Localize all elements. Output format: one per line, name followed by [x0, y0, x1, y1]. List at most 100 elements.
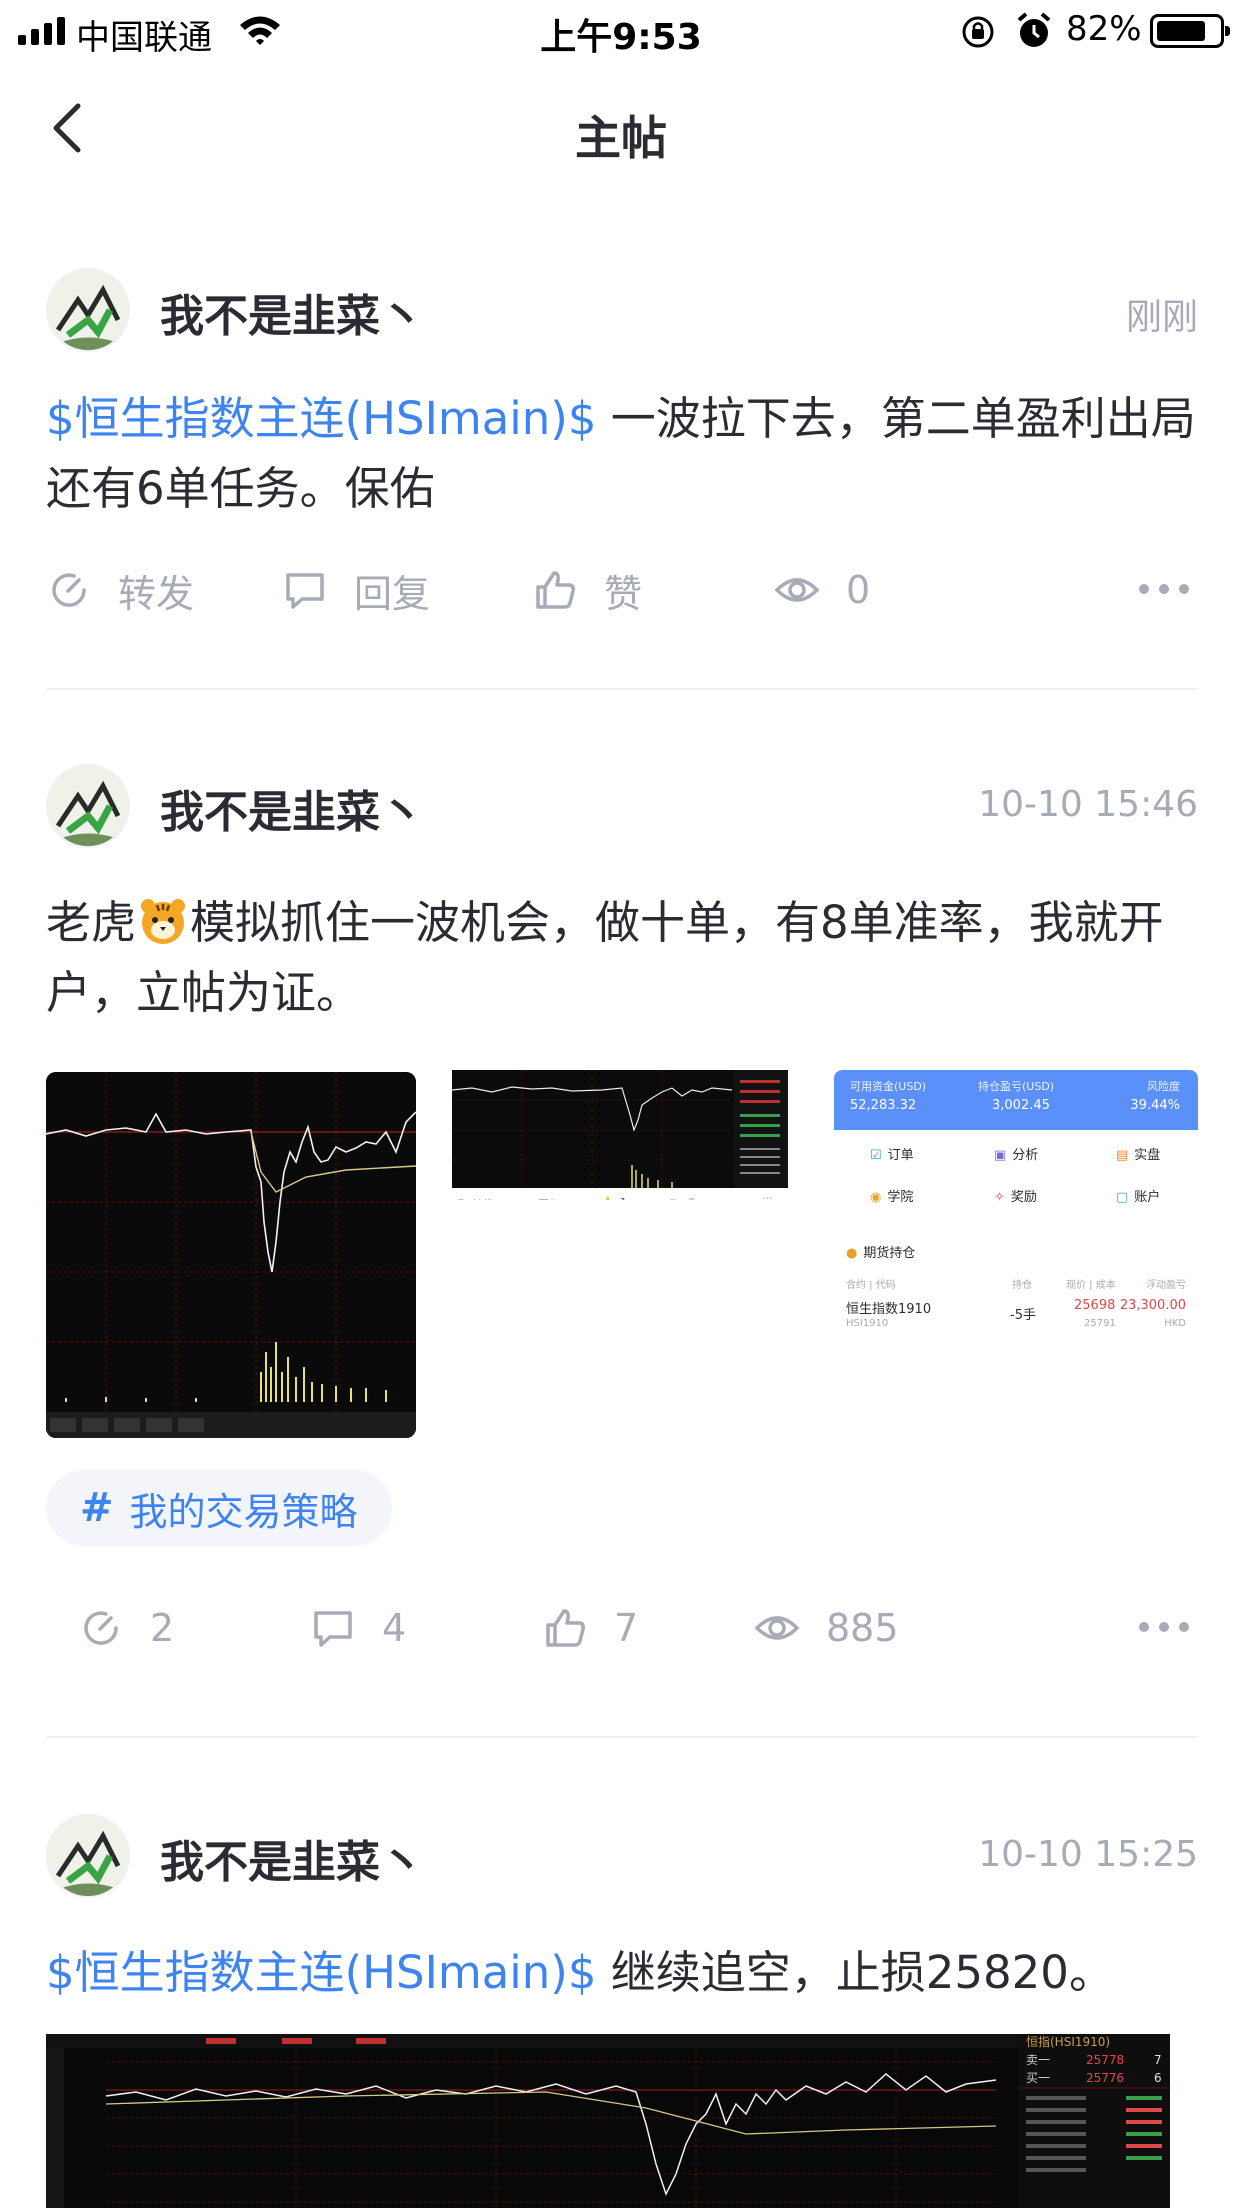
more-icon[interactable] — [1138, 1612, 1190, 1642]
positions-header: 合约 | 代码 — [846, 1280, 896, 1291]
post-card[interactable]: 我不是韭菜丶 10-10 15:46 老虎 模拟抓住一波机会，做十单，有8单准率，… — [46, 764, 1198, 1664]
post-image-account[interactable]: 可用资金(USD) 52,283.32 持仓盈亏(USD) 3,002.45 风… — [834, 1070, 1198, 1366]
avatar[interactable] — [46, 764, 130, 848]
topic-tag[interactable]: # 我的交易策略 — [46, 1470, 392, 1546]
comment-icon — [286, 573, 324, 609]
post-body: 老虎 模拟抓住一波机会，做十单，有8单准率，我就开 户，立帖为证。 — [46, 888, 1198, 1028]
repost-button[interactable]: 转发 — [46, 560, 194, 620]
post-text-segment: 户，立帖为证。 — [46, 966, 362, 1019]
post-text-segment: 老虎 — [46, 896, 137, 949]
position-quantity: -5手 — [1010, 1308, 1036, 1323]
alarm-icon — [1017, 12, 1051, 47]
menu-item[interactable]: ▢ 账户 — [1116, 1186, 1160, 1205]
reply-label: 回复 — [354, 571, 431, 616]
reply-count: 4 — [382, 1606, 407, 1650]
like-button[interactable]: 赞 — [532, 560, 642, 620]
post-body: $恒生指数主连(HSImain)$ 继续追空，止损25820。 — [46, 1938, 1198, 2008]
post-text-segment: 还有6单任务。保佑 — [46, 462, 435, 515]
views-counter: 0 — [774, 560, 870, 620]
battery-icon — [1150, 14, 1230, 48]
position-pnl: 23,300.00 — [1119, 1298, 1186, 1313]
available-funds-label: 可用资金(USD) — [850, 1080, 927, 1093]
thumbs-up-icon — [536, 571, 575, 609]
position-name: 恒生指数1910 — [846, 1302, 932, 1317]
post-text-segment: 继续追空，止损25820。 — [596, 1946, 1114, 1999]
comment-icon — [314, 1611, 352, 1647]
risk-value: 39.44% — [1130, 1098, 1180, 1113]
post-image-screenshot[interactable]: ◔ 转发 ▭ 回复 👍 1 ◉ 0 ··· — [452, 1070, 788, 1200]
action-bar: 2 4 7 885 — [46, 1598, 1198, 1658]
like-label: 赞 — [604, 571, 643, 616]
avatar[interactable] — [46, 1814, 130, 1898]
navigation-bar: 主帖 — [0, 62, 1242, 192]
quote-row-label: 卖一 — [1026, 2053, 1050, 2067]
clock: 上午9:53 — [540, 17, 702, 58]
post-card[interactable]: 我不是韭菜丶 刚刚 $恒生指数主连(HSImain)$ 一波拉下去，第二单盈利出… — [46, 268, 1198, 648]
quote-row-price: 25776 — [1086, 2071, 1124, 2085]
position-price: 25698 — [1074, 1298, 1116, 1313]
avatar[interactable] — [46, 268, 130, 352]
repost-count: 2 — [150, 1606, 175, 1650]
positions-section: ● 期货持仓 合约 | 代码 持仓 现价 | 成本 浮动盈亏 恒生指数1910 H… — [834, 1238, 1198, 1358]
repost-button[interactable]: 2 — [78, 1598, 174, 1658]
pnl-label: 持仓盈亏(USD) — [978, 1080, 1055, 1093]
views-count: 885 — [826, 1606, 899, 1650]
menu-item[interactable]: ◉ 学院 — [870, 1186, 913, 1205]
tiger-emoji-icon — [138, 896, 188, 946]
divider — [46, 1736, 1198, 1738]
pnl-value: 3,002.45 — [992, 1098, 1050, 1113]
views-counter: 885 — [754, 1598, 899, 1658]
screenshot-views-count: 0 — [688, 1196, 695, 1200]
position-currency: HKD — [1164, 1318, 1186, 1329]
quote-row-label: 买一 — [1026, 2071, 1050, 2085]
repost-label: 转发 — [118, 571, 195, 616]
lock-rotation-icon — [962, 16, 994, 48]
stock-link[interactable]: $恒生指数主连(HSImain)$ — [46, 1946, 596, 1999]
screenshot-reply-label: 回复 — [538, 1196, 560, 1200]
username[interactable]: 我不是韭菜丶 — [160, 776, 424, 840]
post-image-chart[interactable]: 恒指(HSI1910) 卖一 25778 7 买一 25776 6 — [46, 2034, 1170, 2208]
action-bar: 转发 回复 赞 0 — [46, 560, 1198, 620]
positions-header: 浮动盈亏 — [1146, 1280, 1186, 1291]
post-timestamp: 10-10 15:46 — [978, 784, 1198, 825]
positions-header: 持仓 — [1012, 1280, 1032, 1291]
stock-link[interactable]: $恒生指数主连(HSImain)$ — [46, 392, 596, 445]
post-image-chart[interactable] — [46, 1072, 416, 1438]
position-code: HSI1910 — [846, 1318, 889, 1329]
repost-icon — [52, 573, 86, 607]
menu-item[interactable]: ▤ 实盘 — [1116, 1144, 1160, 1163]
like-count: 7 — [614, 1606, 639, 1650]
battery-percentage: 82% — [1066, 9, 1142, 49]
hash-icon: # — [80, 1485, 114, 1531]
account-header: 可用资金(USD) 52,283.32 持仓盈亏(USD) 3,002.45 风… — [834, 1070, 1198, 1130]
quote-row-volume: 7 — [1154, 2053, 1162, 2067]
post-card[interactable]: 我不是韭菜丶 10-10 15:25 $恒生指数主连(HSImain)$ 继续追… — [46, 1814, 1198, 2208]
like-button[interactable]: 7 — [542, 1598, 638, 1658]
username[interactable]: 我不是韭菜丶 — [160, 1826, 424, 1890]
risk-label: 风险度 — [1147, 1080, 1180, 1093]
screenshot-like-count: 1 — [620, 1196, 627, 1200]
reply-button[interactable]: 回复 — [282, 560, 430, 620]
positions-title: ● 期货持仓 — [846, 1246, 916, 1261]
post-body: $恒生指数主连(HSImain)$ 一波拉下去，第二单盈利出局 还有6单任务。保… — [46, 384, 1198, 524]
available-funds-value: 52,283.32 — [850, 1098, 917, 1113]
position-cost: 25791 — [1084, 1318, 1116, 1329]
thumbs-up-icon — [546, 1609, 585, 1647]
topic-label: 我的交易策略 — [129, 1489, 358, 1534]
screenshot-action-bar: ◔ 转发 ▭ 回复 👍 1 ◉ 0 ··· — [452, 1192, 788, 1200]
more-icon[interactable] — [1138, 574, 1190, 604]
reply-button[interactable]: 4 — [310, 1598, 406, 1658]
menu-item[interactable]: ▣ 分析 — [994, 1144, 1038, 1163]
status-bar: 中国联通 上午9:53 82% — [0, 0, 1242, 62]
menu-item[interactable]: ☑ 订单 — [870, 1144, 914, 1163]
post-text-segment: 模拟抓住一波机会，做十单，有8单准率，我就开 — [190, 896, 1164, 949]
menu-item[interactable]: ✧ 奖励 — [994, 1186, 1037, 1205]
post-text-segment: 一波拉下去，第二单盈利出局 — [596, 392, 1196, 445]
quote-title: 恒指(HSI1910) — [1026, 2034, 1110, 2049]
account-menu: ☑ 订单 ▣ 分析 ▤ 实盘 ◉ 学院 ✧ 奖励 ▢ 账户 — [834, 1130, 1198, 1220]
divider — [46, 688, 1198, 690]
screenshot-repost-label: 转发 — [472, 1196, 494, 1200]
username[interactable]: 我不是韭菜丶 — [160, 280, 424, 344]
eye-icon — [754, 1616, 800, 1640]
quote-row-volume: 6 — [1154, 2071, 1162, 2085]
